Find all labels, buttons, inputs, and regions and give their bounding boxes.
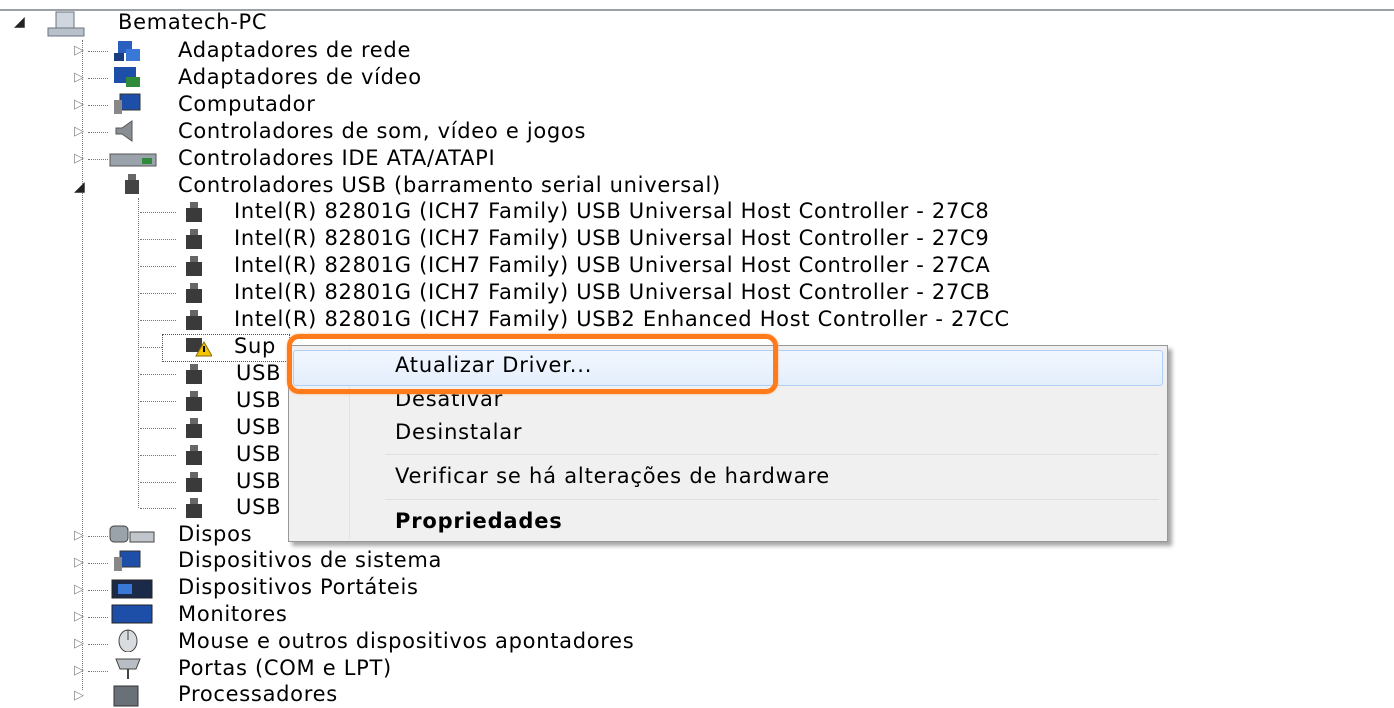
usb-controller-item[interactable]: Intel(R) 82801G (ICH7 Family) USB Univer… (234, 198, 989, 225)
tree-item-mouse[interactable]: Mouse e outros dispositivos apontadores (178, 628, 634, 655)
tree-item-system-devices[interactable]: Dispositivos de sistema (178, 547, 442, 574)
usb-hub-item[interactable]: USB (236, 387, 281, 414)
usb-controller-item[interactable]: Intel(R) 82801G (ICH7 Family) USB Univer… (234, 252, 990, 279)
usb-device-icon (186, 391, 202, 411)
menu-item-uninstall[interactable]: Desinstalar (395, 420, 522, 444)
usb-device-icon (186, 202, 202, 222)
usb-controller-item-selected[interactable]: Sup (234, 333, 276, 360)
usb-hub-item[interactable]: USB (236, 360, 281, 387)
collapse-arrow-icon[interactable]: ◢ (74, 179, 85, 195)
tree-item-ide-controllers[interactable]: Controladores IDE ATA/ATAPI (178, 145, 495, 172)
expand-arrow-icon[interactable]: ▷ (74, 609, 84, 624)
expand-arrow-icon[interactable]: ▷ (74, 582, 84, 597)
usb-icon (125, 174, 139, 194)
usb-device-icon (186, 498, 202, 518)
highlight-annotation (287, 334, 778, 394)
usb-controller-item[interactable]: Intel(R) 82801G (ICH7 Family) USB Univer… (234, 225, 989, 252)
expand-arrow-icon[interactable]: ▷ (74, 528, 84, 543)
expand-arrow-icon[interactable]: ▷ (74, 70, 84, 85)
usb-hub-item[interactable]: USB (236, 441, 281, 468)
expand-arrow-icon[interactable]: ▷ (74, 97, 84, 112)
tree-item-sound-controllers[interactable]: Controladores de som, vídeo e jogos (178, 118, 586, 145)
usb-controller-item[interactable]: Intel(R) 82801G (ICH7 Family) USB2 Enhan… (234, 306, 1010, 333)
computer-icon (47, 11, 85, 37)
portable-device-icon (111, 579, 153, 599)
network-adapter-icon (114, 41, 140, 61)
port-icon (115, 658, 141, 679)
tree-connector (138, 198, 139, 508)
menu-separator (385, 499, 1159, 500)
usb-hub-item[interactable]: USB (236, 494, 281, 521)
monitor-icon (111, 604, 153, 624)
tree-item-ports[interactable]: Portas (COM e LPT) (178, 655, 392, 682)
collapse-arrow-icon[interactable]: ◢ (14, 14, 25, 30)
expand-arrow-icon[interactable]: ▷ (74, 555, 84, 570)
usb-device-icon (186, 310, 202, 330)
tree-item-portable-devices[interactable]: Dispositivos Portáteis (178, 574, 419, 601)
speaker-icon (115, 120, 133, 142)
tree-item-hid[interactable]: Dispos (178, 521, 252, 548)
expand-arrow-icon[interactable]: ▷ (74, 124, 84, 139)
processor-icon (113, 685, 139, 707)
ide-controller-icon (109, 153, 157, 167)
menu-item-scan-hardware[interactable]: Verificar se há alterações de hardware (395, 464, 830, 488)
tree-item-computer[interactable]: Computador (178, 91, 316, 118)
usb-controller-item[interactable]: Intel(R) 82801G (ICH7 Family) USB Univer… (234, 279, 991, 306)
menu-item-properties[interactable]: Propriedades (395, 509, 563, 533)
usb-device-icon (186, 256, 202, 276)
expand-arrow-icon[interactable]: ▷ (74, 43, 84, 58)
menu-separator (385, 454, 1159, 455)
tree-root-label[interactable]: Bematech-PC (118, 9, 267, 36)
usb-device-icon (186, 445, 202, 465)
usb-device-icon (186, 418, 202, 438)
usb-device-icon (186, 229, 202, 249)
tree-item-processors[interactable]: Processadores (178, 681, 338, 708)
computer-icon (114, 93, 141, 114)
tree-item-monitors[interactable]: Monitores (178, 601, 288, 628)
usb-hub-item[interactable]: USB (236, 468, 281, 495)
display-adapter-icon (114, 67, 140, 87)
expand-arrow-icon[interactable]: ▷ (74, 636, 84, 651)
tree-item-network-adapters[interactable]: Adaptadores de rede (178, 37, 411, 64)
expand-arrow-icon[interactable]: ▷ (74, 688, 84, 703)
usb-hub-item[interactable]: USB (236, 414, 281, 441)
expand-arrow-icon[interactable]: ▷ (74, 151, 84, 166)
usb-device-icon (186, 472, 202, 492)
usb-device-icon (186, 364, 202, 384)
warning-device-icon (186, 338, 212, 357)
hid-icon (109, 525, 155, 543)
mouse-icon (118, 629, 138, 652)
system-device-icon (114, 550, 141, 571)
usb-device-icon (186, 283, 202, 303)
tree-item-display-adapters[interactable]: Adaptadores de vídeo (178, 64, 422, 91)
tree-item-usb-controllers[interactable]: Controladores USB (barramento serial uni… (178, 172, 721, 199)
expand-arrow-icon[interactable]: ▷ (74, 663, 84, 678)
